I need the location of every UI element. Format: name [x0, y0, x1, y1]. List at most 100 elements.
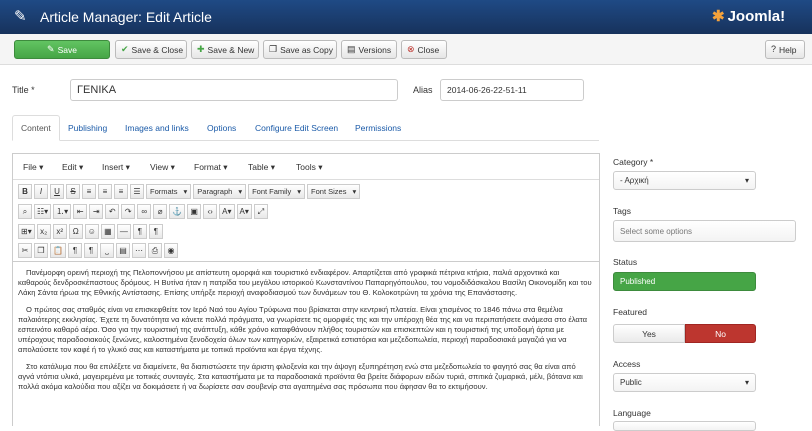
menu-insert[interactable]: Insert ▾	[102, 162, 130, 173]
menu-edit[interactable]: Edit ▾	[62, 162, 83, 173]
media-icon[interactable]: ▦	[100, 224, 115, 239]
close-icon: ⊗	[407, 44, 415, 54]
align-justify-icon[interactable]: ☰	[130, 184, 144, 199]
menu-format[interactable]: Format ▾	[194, 162, 228, 173]
editor-toolbar-row-1: B I U S ≡ ≡ ≡ ☰ Formats ▾ Paragraph ▾ Font…	[13, 182, 599, 201]
tab-permissions[interactable]: Permissions	[355, 115, 401, 141]
editor-toolbar-row-3: ⊞▾ x₂ x² Ω ☺ ▦ — ¶ ¶	[13, 222, 599, 241]
featured-no-button[interactable]: No	[685, 324, 756, 343]
joomla-logo-icon: ✱	[712, 8, 725, 25]
nonbreaking-icon[interactable]: ⎵	[99, 243, 114, 258]
tab-bar: Content Publishing Images and links Opti…	[12, 115, 599, 141]
check-icon: ✔	[121, 44, 129, 54]
bold-icon[interactable]: B	[18, 184, 32, 199]
align-right-icon[interactable]: ≡	[114, 184, 128, 199]
show-blocks-icon[interactable]: ¶	[67, 243, 82, 258]
save-copy-button[interactable]: ❐ Save as Copy	[263, 40, 337, 59]
text-color-icon[interactable]: A▾	[219, 204, 235, 219]
indent-icon[interactable]: ⇥	[89, 204, 104, 219]
page-title: Article Manager: Edit Article	[40, 9, 212, 25]
editor-content[interactable]: Πανέμορφη ορεινή περιοχή της Πελοποννήσο…	[13, 261, 599, 427]
align-center-icon[interactable]: ≡	[98, 184, 112, 199]
fullscreen-icon[interactable]: ⤢	[253, 204, 268, 219]
unlink-icon[interactable]: ⌀	[153, 204, 168, 219]
featured-yes-button[interactable]: Yes	[613, 324, 685, 343]
edit-icon: ✎	[47, 44, 55, 54]
ltr-icon[interactable]: ¶	[132, 224, 147, 239]
save-new-button[interactable]: ✚ Save & New	[191, 40, 259, 59]
title-input[interactable]: ΓΕΝΙΚΑ	[70, 79, 398, 101]
question-icon: ?	[771, 44, 777, 54]
status-select[interactable]: Published	[613, 272, 756, 291]
help-button[interactable]: ? Help	[765, 40, 805, 59]
app-header: ✎ Article Manager: Edit Article ✱ Joomla!	[0, 0, 812, 34]
chevron-down-icon: ▾	[744, 176, 749, 185]
category-label: Category *	[613, 157, 654, 167]
alias-label: Alias	[413, 85, 433, 95]
edit-article-icon: ✎	[14, 8, 27, 25]
paragraph: Στο κατάλυμα που θα επιλέξετε να διαμείν…	[18, 362, 583, 391]
menu-table[interactable]: Table ▾	[248, 162, 275, 173]
plus-icon: ✚	[197, 44, 205, 54]
superscript-icon[interactable]: x²	[52, 224, 67, 239]
find-icon[interactable]: ⌕	[18, 204, 32, 219]
numbered-list-icon[interactable]: ⒈▾	[53, 204, 72, 219]
visual-chars-icon[interactable]: ¶	[83, 243, 98, 258]
joomla-logo[interactable]: ✱ Joomla!	[712, 6, 785, 26]
rtl-icon[interactable]: ¶	[148, 224, 163, 239]
align-left-icon[interactable]: ≡	[82, 184, 96, 199]
copy-icon: ❐	[269, 44, 278, 54]
page-break-icon[interactable]: ⋯	[131, 243, 146, 258]
anchor-icon[interactable]: ⚓	[169, 204, 186, 219]
copy-icon[interactable]: ❐	[34, 243, 48, 258]
toolbar: ✎ Save ✔ Save & Close ✚ Save & New ❐ Save as…	[0, 34, 812, 65]
italic-icon[interactable]: I	[34, 184, 48, 199]
menu-file[interactable]: File ▾	[23, 162, 43, 173]
link-icon[interactable]: ∞	[137, 204, 152, 219]
tab-images-links[interactable]: Images and links	[125, 115, 189, 141]
save-button[interactable]: ✎ Save	[14, 40, 110, 59]
print-icon[interactable]: ⎙	[147, 243, 162, 258]
menu-view[interactable]: View ▾	[150, 162, 175, 173]
tab-content[interactable]: Content	[12, 115, 60, 141]
preview-icon[interactable]: ◉	[163, 243, 178, 258]
versions-button[interactable]: ▤ Versions	[341, 40, 397, 59]
font-sizes-dropdown[interactable]: Font Sizes ▾	[307, 184, 361, 199]
tab-options[interactable]: Options	[207, 115, 236, 141]
strikethrough-icon[interactable]: S	[66, 184, 80, 199]
menu-tools[interactable]: Tools ▾	[296, 162, 322, 173]
alias-input[interactable]: 2014-06-26-22-51-11	[440, 79, 584, 101]
formats-dropdown[interactable]: Formats ▾	[146, 184, 192, 199]
code-icon[interactable]: ‹›	[203, 204, 218, 219]
access-select[interactable]: Public ▾	[613, 373, 756, 392]
tab-configure-edit-screen[interactable]: Configure Edit Screen	[255, 115, 338, 141]
redo-icon[interactable]: ↷	[121, 204, 136, 219]
font-family-dropdown[interactable]: Font Family ▾	[248, 184, 306, 199]
archive-icon: ▤	[347, 44, 356, 54]
bullet-list-icon[interactable]: ☷▾	[34, 204, 52, 219]
outdent-icon[interactable]: ⇤	[73, 204, 88, 219]
save-close-button[interactable]: ✔ Save & Close	[115, 40, 187, 59]
paste-icon[interactable]: 📋	[50, 243, 66, 258]
cut-icon[interactable]: ✂	[18, 243, 32, 258]
underline-icon[interactable]: U	[50, 184, 64, 199]
editor-menubar: File ▾ Edit ▾ Insert ▾ View ▾ Format ▾ T…	[13, 154, 599, 180]
background-color-icon[interactable]: A▾	[236, 204, 252, 219]
subscript-icon[interactable]: x₂	[36, 224, 51, 239]
emoticons-icon[interactable]: ☺	[84, 224, 99, 239]
status-label: Status	[613, 257, 638, 267]
language-select[interactable]	[613, 421, 756, 431]
template-icon[interactable]: ▤	[115, 243, 130, 258]
category-select[interactable]: - Αρχική ▾	[613, 171, 756, 190]
tab-publishing[interactable]: Publishing	[68, 115, 107, 141]
paragraph: Πανέμορφη ορεινή περιοχή της Πελοποννήσο…	[18, 268, 592, 297]
paragraph-dropdown[interactable]: Paragraph ▾	[193, 184, 247, 199]
tags-label: Tags	[613, 206, 631, 216]
horizontal-rule-icon[interactable]: —	[116, 224, 131, 239]
tags-input[interactable]: Select some options	[613, 220, 796, 242]
table-icon[interactable]: ⊞▾	[18, 224, 35, 239]
undo-icon[interactable]: ↶	[105, 204, 120, 219]
close-button[interactable]: ⊗ Close	[401, 40, 447, 59]
special-character-icon[interactable]: Ω	[68, 224, 83, 239]
image-icon[interactable]: ▣	[187, 204, 202, 219]
